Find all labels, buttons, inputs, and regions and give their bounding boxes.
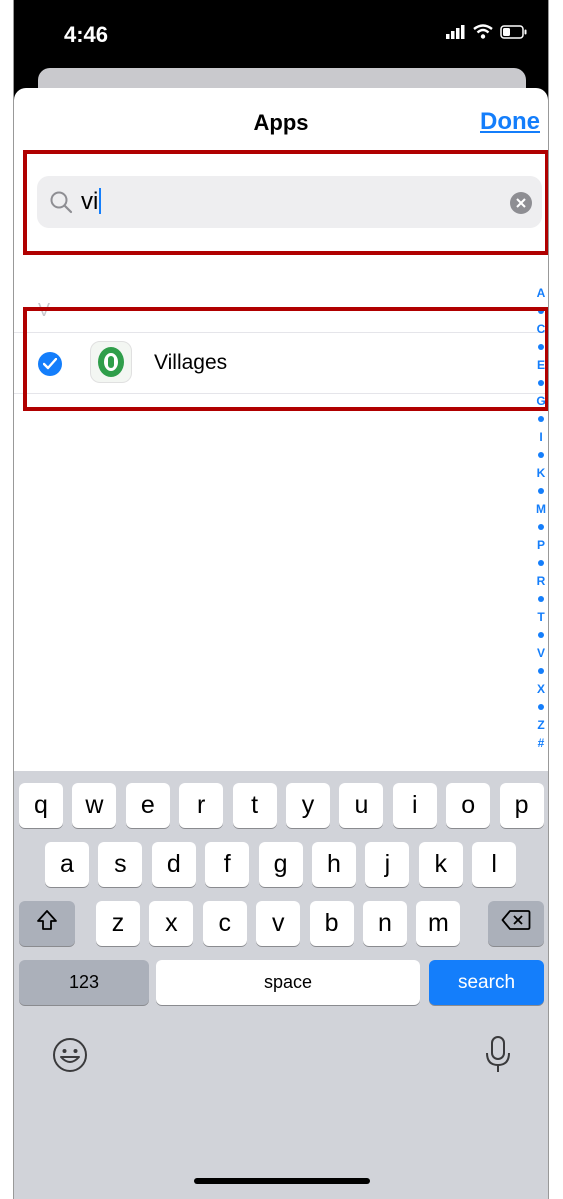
key-d[interactable]: d xyxy=(151,842,196,887)
key-g[interactable]: g xyxy=(258,842,303,887)
section-index-letter[interactable]: P xyxy=(537,536,545,554)
done-button[interactable]: Done xyxy=(480,108,540,136)
key-s[interactable]: s xyxy=(98,842,143,887)
section-index-dot xyxy=(538,524,544,530)
section-index-letter[interactable]: X xyxy=(537,680,545,698)
key-f[interactable]: f xyxy=(205,842,250,887)
microphone-icon[interactable] xyxy=(484,1035,512,1080)
sheet-title: Apps xyxy=(253,110,309,135)
highlight-box-search xyxy=(23,150,548,255)
status-icons xyxy=(446,24,528,44)
key-h[interactable]: h xyxy=(312,842,356,887)
status-bar: 4:46 xyxy=(14,0,548,72)
key-i[interactable]: i xyxy=(392,783,437,828)
key-t[interactable]: t xyxy=(232,783,277,828)
phone-screen: 4:46 Apps Done v i V Villages A C E G I K… xyxy=(13,0,549,1199)
key-w[interactable]: w xyxy=(72,783,117,828)
delete-icon xyxy=(501,909,531,938)
section-index-dot xyxy=(538,452,544,458)
key-m[interactable]: m xyxy=(416,901,461,946)
status-time: 4:46 xyxy=(64,22,109,47)
key-y[interactable]: y xyxy=(286,783,330,828)
key-p[interactable]: p xyxy=(499,783,544,828)
section-index-dot xyxy=(538,596,544,602)
key-c[interactable]: c xyxy=(202,901,247,946)
key-e[interactable]: e xyxy=(125,783,170,828)
key-k[interactable]: k xyxy=(418,842,463,887)
key-b[interactable]: b xyxy=(309,901,354,946)
keyboard: q w e r t y u i o p a s d f g h j k l z x c v b n m 123 space search xyxy=(14,771,548,1199)
shift-key[interactable] xyxy=(19,901,75,946)
section-index-letter[interactable]: I xyxy=(539,428,542,446)
space-key[interactable]: space xyxy=(156,960,420,1005)
section-index-letter[interactable]: V xyxy=(537,644,545,662)
key-r[interactable]: r xyxy=(179,783,224,828)
key-z[interactable]: z xyxy=(96,901,140,946)
section-index-dot xyxy=(538,632,544,638)
section-index-letter[interactable]: K xyxy=(537,464,546,482)
shift-icon xyxy=(35,908,59,939)
emoji-icon[interactable] xyxy=(52,1037,88,1078)
key-l[interactable]: l xyxy=(472,842,517,887)
section-index-letter[interactable]: T xyxy=(537,608,544,626)
section-index-letter[interactable]: M xyxy=(536,500,546,518)
numbers-key[interactable]: 123 xyxy=(19,960,149,1005)
highlight-box-result xyxy=(23,307,548,411)
section-index-dot xyxy=(538,560,544,566)
key-n[interactable]: n xyxy=(363,901,407,946)
key-a[interactable]: a xyxy=(45,842,89,887)
battery-icon xyxy=(500,24,528,44)
section-index-dot xyxy=(538,416,544,422)
section-index-letter[interactable]: Z xyxy=(537,716,544,734)
key-j[interactable]: j xyxy=(365,842,410,887)
delete-key[interactable] xyxy=(488,901,544,946)
signal-icon xyxy=(446,24,466,44)
key-u[interactable]: u xyxy=(339,783,384,828)
section-index-letter[interactable]: R xyxy=(537,572,546,590)
section-index-letter[interactable]: # xyxy=(538,734,545,752)
section-index-dot xyxy=(538,488,544,494)
wifi-icon xyxy=(473,24,493,44)
section-index-letter[interactable]: A xyxy=(537,284,546,302)
search-key[interactable]: search xyxy=(429,960,544,1005)
key-q[interactable]: q xyxy=(19,783,63,828)
key-x[interactable]: x xyxy=(149,901,194,946)
section-index-dot xyxy=(538,704,544,710)
home-indicator[interactable] xyxy=(194,1178,370,1184)
section-index-dot xyxy=(538,668,544,674)
key-o[interactable]: o xyxy=(446,783,491,828)
key-v[interactable]: v xyxy=(256,901,301,946)
